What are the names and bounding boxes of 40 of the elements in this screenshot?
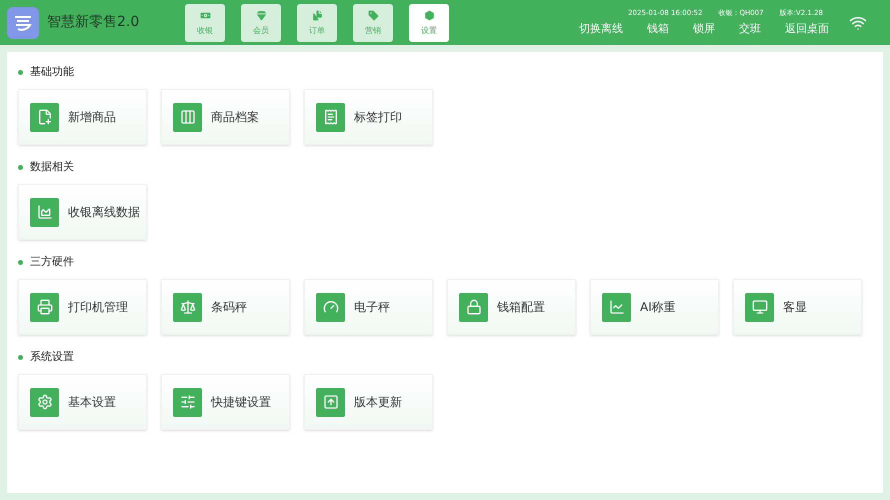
printer-icon	[30, 292, 59, 322]
app-logo-icon	[7, 6, 39, 38]
section-title: 系统设置	[30, 348, 74, 365]
add-file-icon	[30, 102, 59, 132]
function-card[interactable]: 打印机管理	[18, 279, 147, 335]
function-card[interactable]: 收银离线数据	[18, 184, 147, 240]
bullet-icon	[18, 260, 23, 264]
gem-icon	[254, 8, 268, 22]
columns-icon	[173, 102, 202, 132]
gauge-icon	[316, 292, 345, 322]
function-card[interactable]: 新增商品	[18, 89, 147, 145]
bullet-icon	[18, 164, 23, 170]
function-card[interactable]: 基本设置	[18, 374, 147, 430]
function-card[interactable]: 版本更新	[304, 374, 433, 430]
upload-icon	[316, 388, 345, 416]
bullet-icon	[18, 354, 23, 360]
monitor-icon	[745, 292, 774, 322]
hexagon-icon	[422, 8, 436, 22]
tag-icon	[366, 8, 380, 22]
function-card[interactable]: 电子秤	[304, 279, 433, 335]
lock-icon	[459, 292, 488, 322]
sliders-icon	[173, 388, 202, 416]
documents-icon	[310, 8, 324, 22]
receipt-icon	[316, 102, 345, 132]
section-title: 三方硬件	[30, 254, 74, 270]
scale-icon	[173, 292, 202, 322]
function-card[interactable]: 商品档案	[161, 89, 290, 145]
app-title: 智慧新零售2.0	[47, 13, 140, 32]
function-card[interactable]: 客显	[733, 279, 862, 335]
function-card[interactable]: 快捷键设置	[161, 374, 290, 430]
function-card[interactable]: AI称重	[590, 279, 719, 335]
chart-icon	[30, 198, 59, 226]
section-title: 数据相关	[30, 158, 74, 175]
section-title: 基础功能	[30, 64, 74, 80]
bullet-icon	[18, 70, 23, 74]
function-card[interactable]: 钱箱配置	[447, 279, 576, 335]
line-chart-icon	[602, 292, 631, 322]
function-card[interactable]: 条码秤	[161, 279, 290, 335]
settings-icon	[30, 388, 59, 416]
function-card[interactable]: 标签打印	[304, 89, 433, 145]
